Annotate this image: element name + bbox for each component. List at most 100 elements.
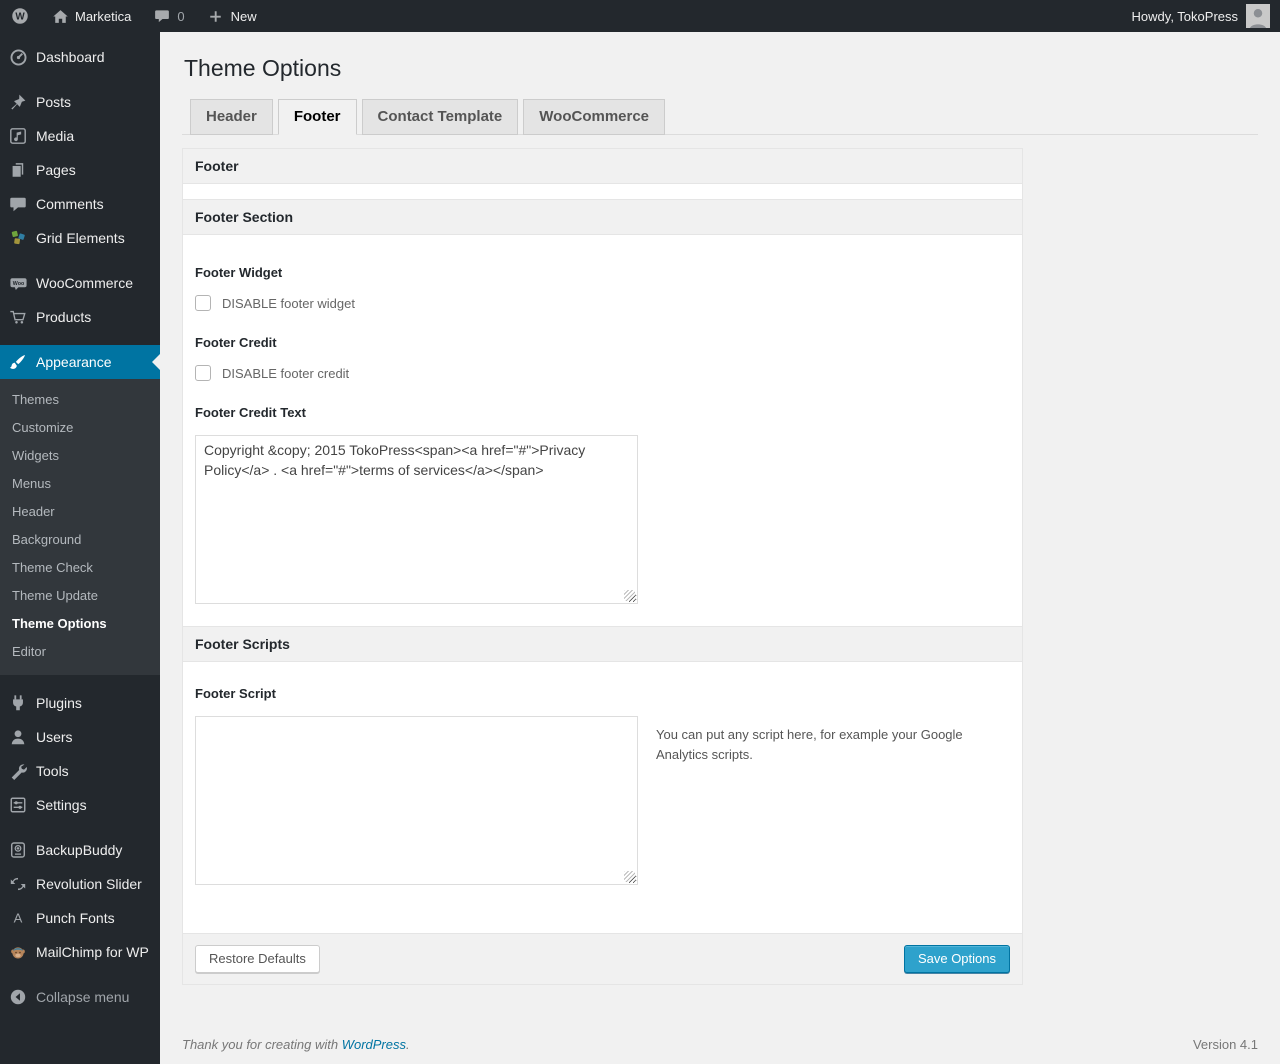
user-icon <box>8 727 28 747</box>
comments-bubble-icon <box>153 7 171 25</box>
sidebar-item-appearance[interactable]: Appearance <box>0 345 160 379</box>
site-name-menu[interactable]: Marketica <box>40 0 142 32</box>
monkey-icon <box>8 942 28 962</box>
woocommerce-icon: Woo <box>8 273 28 293</box>
submenu-item-theme-options[interactable]: Theme Options <box>0 610 160 638</box>
footer-script-textarea[interactable] <box>195 716 638 885</box>
main-content: Theme Options Header Footer Contact Templa… <box>160 32 1280 1064</box>
sidebar-item-media[interactable]: Media <box>0 119 160 153</box>
sidebar-item-label: MailChimp for WP <box>36 944 149 960</box>
howdy-text[interactable]: Howdy, TokoPress <box>1132 9 1238 24</box>
sidebar-item-tools[interactable]: Tools <box>0 754 160 788</box>
section-header-footer-scripts: Footer Scripts <box>183 626 1022 662</box>
appearance-submenu: Themes Customize Widgets Menus Header Ba… <box>0 379 160 675</box>
footer-credit-text-textarea[interactable]: Copyright &copy; 2015 TokoPress<span><a … <box>195 435 638 604</box>
sidebar-item-label: Users <box>36 729 73 745</box>
submenu-item-widgets[interactable]: Widgets <box>0 442 160 470</box>
footer-script-label: Footer Script <box>195 686 276 701</box>
submenu-item-theme-update[interactable]: Theme Update <box>0 582 160 610</box>
svg-text:W: W <box>15 12 25 23</box>
sidebar-item-plugins[interactable]: Plugins <box>0 686 160 720</box>
comments-count: 0 <box>177 8 185 24</box>
sidebar-item-products[interactable]: Products <box>0 300 160 334</box>
sidebar-item-label: Grid Elements <box>36 230 125 246</box>
sidebar-item-dashboard[interactable]: Dashboard <box>0 40 160 74</box>
brush-icon <box>8 352 28 372</box>
submenu-item-editor[interactable]: Editor <box>0 638 160 666</box>
wordpress-link[interactable]: WordPress <box>342 1037 406 1052</box>
wordpress-logo-icon: W <box>11 7 29 25</box>
submenu-item-themes[interactable]: Themes <box>0 386 160 414</box>
theme-options-tabs: Header Footer Contact Template WooCommerce <box>182 99 1258 135</box>
sidebar-item-mailchimp[interactable]: MailChimp for WP <box>0 935 160 969</box>
sidebar-item-label: Tools <box>36 763 69 779</box>
submenu-item-background[interactable]: Background <box>0 526 160 554</box>
footer-thanks-text: Thank you for creating with WordPress. <box>182 1037 410 1052</box>
avatar[interactable] <box>1246 4 1270 28</box>
panel-action-bar: Restore Defaults Save Options <box>183 933 1022 984</box>
sidebar-item-label: Dashboard <box>36 49 105 65</box>
sidebar-item-users[interactable]: Users <box>0 720 160 754</box>
submenu-item-header[interactable]: Header <box>0 498 160 526</box>
new-label: New <box>230 8 257 24</box>
footer-credit-label: Footer Credit <box>195 335 277 350</box>
admin-sidebar: Dashboard Posts Media Pages Comments Gri… <box>0 32 160 1064</box>
save-options-button[interactable]: Save Options <box>903 945 1010 973</box>
panel-title: Footer <box>183 149 1022 184</box>
submenu-item-theme-check[interactable]: Theme Check <box>0 554 160 582</box>
panel-gap <box>183 184 1022 199</box>
sidebar-item-settings[interactable]: Settings <box>0 788 160 822</box>
wordpress-logo-menu[interactable]: W <box>0 0 40 32</box>
restore-defaults-button[interactable]: Restore Defaults <box>195 945 320 973</box>
svg-text:A: A <box>14 911 23 926</box>
plugin-icon <box>8 693 28 713</box>
sidebar-item-label: Media <box>36 128 75 144</box>
tab-woocommerce[interactable]: WooCommerce <box>523 99 666 135</box>
comment-icon <box>8 194 28 214</box>
sidebar-item-label: WooCommerce <box>36 275 133 291</box>
sidebar-item-pages[interactable]: Pages <box>0 153 160 187</box>
sidebar-item-label: Pages <box>36 162 76 178</box>
sidebar-item-comments[interactable]: Comments <box>0 187 160 221</box>
sidebar-item-woocommerce[interactable]: Woo WooCommerce <box>0 266 160 300</box>
footer-script-help-text: You can put any script here, for example… <box>656 727 963 763</box>
svg-text:Woo: Woo <box>12 281 24 287</box>
sidebar-item-label: Appearance <box>36 354 112 370</box>
plus-icon <box>207 7 225 25</box>
page-title: Theme Options <box>184 55 342 81</box>
submenu-item-menus[interactable]: Menus <box>0 470 160 498</box>
sidebar-item-collapse-menu[interactable]: Collapse menu <box>0 980 160 1014</box>
submenu-item-customize[interactable]: Customize <box>0 414 160 442</box>
pin-icon <box>8 92 28 112</box>
disable-footer-widget-checkbox[interactable] <box>195 295 211 311</box>
home-icon <box>51 7 69 25</box>
tab-header[interactable]: Header <box>190 99 273 135</box>
sidebar-item-punch-fonts[interactable]: A Punch Fonts <box>0 901 160 935</box>
sidebar-item-label: Punch Fonts <box>36 910 115 926</box>
admin-footer: Thank you for creating with WordPress. V… <box>182 1037 1258 1064</box>
sidebar-item-label: Products <box>36 309 92 325</box>
sidebar-item-backupbuddy[interactable]: BackupBuddy <box>0 833 160 867</box>
sidebar-item-label: Posts <box>36 94 72 110</box>
collapse-arrow-icon <box>8 987 28 1007</box>
sidebar-item-posts[interactable]: Posts <box>0 85 160 119</box>
disable-footer-credit-label: DISABLE footer credit <box>222 365 350 381</box>
pages-icon <box>8 160 28 180</box>
footer-widget-label: Footer Widget <box>195 265 283 280</box>
footer-widget-checkbox-row: DISABLE footer widget <box>195 295 1010 311</box>
section-header-footer-section: Footer Section <box>183 199 1022 235</box>
disable-footer-credit-checkbox[interactable] <box>195 365 211 381</box>
site-name: Marketica <box>75 8 132 24</box>
sidebar-item-label: Plugins <box>36 695 82 711</box>
sidebar-item-grid-elements[interactable]: Grid Elements <box>0 221 160 255</box>
sidebar-item-revolution-slider[interactable]: Revolution Slider <box>0 867 160 901</box>
sidebar-item-label: Revolution Slider <box>36 876 142 892</box>
refresh-icon <box>8 874 28 894</box>
footer-scripts-body: Footer Script You can put any script her… <box>183 662 1022 933</box>
tab-footer[interactable]: Footer <box>277 99 357 135</box>
new-content-menu[interactable]: New <box>196 0 268 32</box>
footer-section-body: Footer Widget DISABLE footer widget Foot… <box>183 235 1022 626</box>
admin-bar: W Marketica 0 New Howdy, TokoPress <box>0 0 1280 32</box>
comments-menu[interactable]: 0 <box>142 0 195 32</box>
tab-contact-template[interactable]: Contact Template <box>361 99 519 135</box>
